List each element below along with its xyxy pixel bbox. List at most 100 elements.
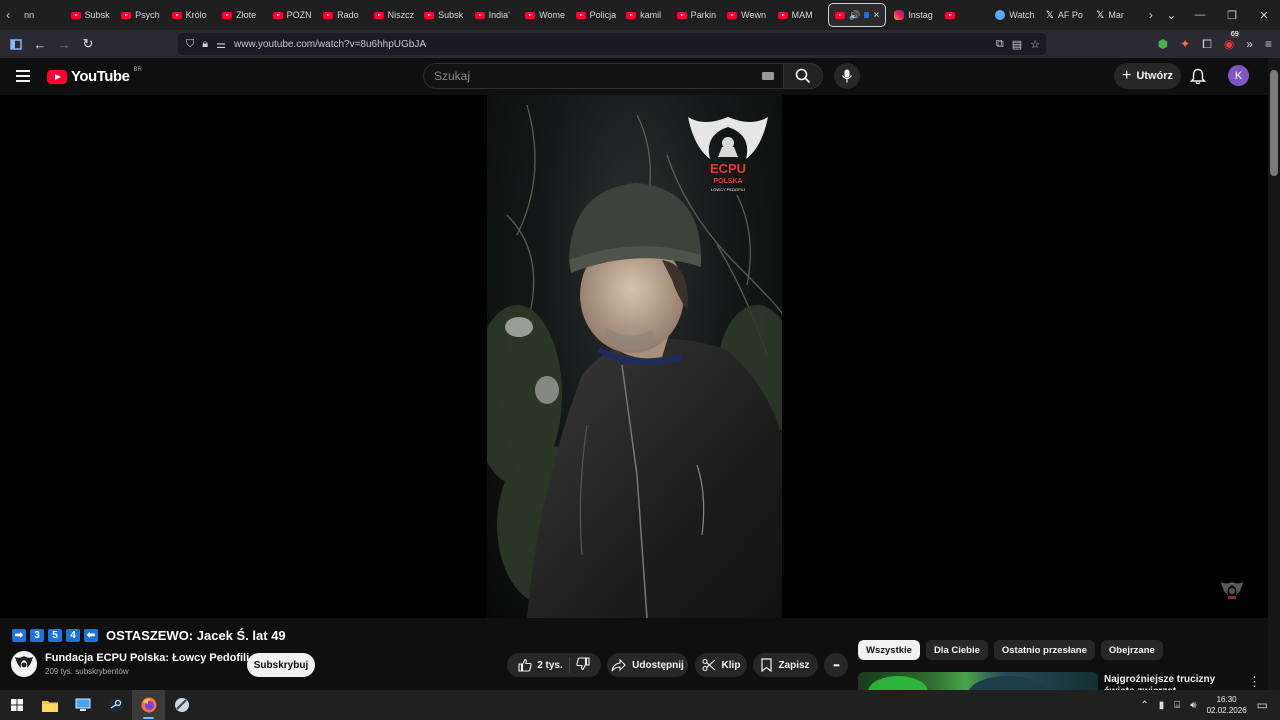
more-actions-button[interactable]: ••• [824, 653, 848, 677]
menu-icon[interactable]: ≡ [1265, 37, 1272, 51]
watermark-line-3: ŁOWCY PEDOFILI [711, 187, 745, 192]
browser-tab[interactable] [941, 0, 992, 30]
youtube-logo[interactable]: YouTube BR [47, 66, 142, 85]
browser-tab[interactable]: Królo [168, 0, 219, 30]
url-field[interactable]: ⛉ 🔒︎ ⚌ www.youtube.com/watch?v=8u6hhpUGb… [178, 33, 1046, 55]
tab-scroll-left-icon[interactable]: ‹ [0, 0, 16, 30]
video-frame[interactable]: ECPU POLSKA ŁOWCY PEDOFILI [487, 95, 782, 618]
video-player[interactable]: ECPU POLSKA ŁOWCY PEDOFILI [0, 95, 1268, 618]
like-button[interactable]: 2 tys. [518, 658, 563, 672]
channel-name[interactable]: Fundacja ECPU Polska: Łowcy Pedofili [45, 652, 249, 664]
scrollbar-thumb[interactable] [1270, 70, 1278, 176]
browser-tab[interactable]: Subsk [420, 0, 471, 30]
browser-tab[interactable]: 𝕏 Mar [1092, 0, 1143, 30]
keycap-5-emoji: 5 [48, 628, 62, 642]
shield-icon[interactable]: ⛉ [186, 38, 194, 51]
dislike-button[interactable] [576, 656, 590, 674]
browser-tab[interactable]: Subsk [67, 0, 118, 30]
search-input[interactable]: Szukaj [423, 63, 785, 89]
lock-icon[interactable]: 🔒︎ [202, 38, 208, 51]
permissions-icon[interactable]: ⚌ [216, 38, 226, 51]
extension-icon[interactable]: ✦ [1180, 37, 1190, 51]
extensions-puzzle-icon[interactable]: ⧠ [1202, 37, 1212, 52]
browser-tab[interactable]: Watch [991, 0, 1042, 30]
recommended-video-title[interactable]: Najgroźniejsze trucizny świata zwierząt [1104, 674, 1244, 690]
computer-app-icon[interactable] [66, 690, 99, 720]
browser-tab[interactable]: Rado [319, 0, 370, 30]
save-button[interactable]: Zapisz [753, 653, 818, 677]
picture-in-picture-icon[interactable]: ⧉ [996, 38, 1004, 51]
tray-overflow-chevron-icon[interactable]: ⌃ [1140, 700, 1148, 711]
minimize-icon[interactable]: — [1184, 9, 1216, 21]
browser-tab[interactable]: Psych [117, 0, 168, 30]
browser-tab[interactable]: Instag [890, 0, 941, 30]
tab-list-dropdown-icon[interactable]: ⌄ [1159, 0, 1184, 30]
browser-tab[interactable]: POZN [269, 0, 320, 30]
browser-tab[interactable]: MAM [774, 0, 825, 30]
sidebar-toggle-icon[interactable] [4, 30, 28, 58]
volume-icon[interactable]: 🔊︎ [1190, 700, 1196, 711]
active-tab[interactable]: 🔊 × [828, 3, 887, 27]
browser-tab[interactable]: Niszcz [370, 0, 421, 30]
browser-tab[interactable]: Złote [218, 0, 269, 30]
notification-extension-icon[interactable]: ◉ 69 [1224, 31, 1240, 51]
firefox-icon[interactable] [132, 690, 165, 720]
subscribe-button[interactable]: Subskrybuj [247, 653, 315, 677]
taskbar-clock[interactable]: 16:30 02.02.2026 [1207, 694, 1247, 716]
browser-tab[interactable]: nn [16, 0, 67, 30]
browser-tab[interactable]: India' [471, 0, 522, 30]
usb-icon[interactable]: ▮ [1159, 700, 1165, 711]
speaker-icon[interactable]: 🔊 [849, 10, 860, 21]
browser-tab-label: Wewn [741, 10, 766, 20]
browser-tab-label: Subsk [84, 10, 110, 20]
account-avatar[interactable]: K [1228, 65, 1249, 86]
chip-all[interactable]: Wszystkie [858, 640, 920, 660]
browser-tab[interactable]: kamil [622, 0, 673, 30]
forward-icon[interactable]: → [52, 30, 76, 58]
adblock-extension-icon[interactable]: ⬢ [1158, 37, 1168, 51]
share-button[interactable]: Udostępnij [607, 653, 688, 677]
create-button[interactable]: + Utwórz [1114, 63, 1181, 89]
steam-icon[interactable] [99, 690, 132, 720]
browser-tab[interactable]: Wome [521, 0, 572, 30]
search-button[interactable] [783, 63, 823, 89]
reader-view-icon[interactable]: ▤ [1012, 38, 1022, 51]
url-text[interactable]: www.youtube.com/watch?v=8u6hhpUGbJA [234, 39, 426, 50]
chip-recently-uploaded[interactable]: Ostatnio przesłane [993, 640, 1095, 660]
notification-center-icon[interactable]: ▭ [1257, 698, 1268, 712]
page-scrollbar[interactable] [1268, 58, 1280, 690]
x-favicon-icon: 𝕏 [1045, 9, 1054, 21]
close-tab-icon[interactable]: × [873, 10, 879, 21]
back-icon[interactable]: ← [28, 30, 52, 58]
clip-button[interactable]: Klip [695, 653, 747, 677]
chip-for-you[interactable]: Dla Ciebie [925, 640, 988, 660]
recommended-video-thumbnail[interactable] [858, 672, 1098, 690]
windows-start-icon[interactable] [0, 690, 33, 720]
channel-avatar[interactable] [11, 651, 37, 677]
thumbs-up-icon [518, 658, 532, 672]
overflow-chevrons-icon[interactable]: » [1246, 37, 1253, 51]
bookmark-star-icon[interactable]: ☆ [1030, 38, 1040, 51]
keyboard-icon[interactable] [762, 72, 774, 80]
voice-search-button[interactable] [834, 63, 860, 89]
browser-tab[interactable]: Wewn [723, 0, 774, 30]
channel-watermark-icon[interactable] [1220, 580, 1244, 602]
browser-tab[interactable]: Policja [572, 0, 623, 30]
video-title-row: ➡ 3 5 4 ⬅ OSTASZEWO: Jacek Ś. lat 49 [12, 626, 286, 644]
browser-tab[interactable]: 𝕏 AF Po [1042, 0, 1093, 30]
file-explorer-icon[interactable] [33, 690, 66, 720]
restore-icon[interactable]: ❐ [1216, 9, 1248, 22]
network-icon[interactable]: ⌸ [1174, 700, 1180, 711]
tab-list-after: Instag Watch 𝕏 AF Po 𝕏 Mar [890, 0, 1143, 30]
country-code: BR [133, 66, 142, 73]
recommended-more-icon[interactable]: ⋮ [1248, 674, 1261, 690]
tab-scroll-right-icon[interactable]: › [1143, 0, 1159, 30]
hamburger-menu-icon[interactable] [16, 70, 30, 82]
sticky-app-icon[interactable] [165, 690, 198, 720]
create-label: Utwórz [1136, 70, 1173, 82]
chip-watched[interactable]: Obejrzane [1100, 640, 1163, 660]
reload-icon[interactable]: ↻ [76, 30, 100, 58]
notifications-bell-icon[interactable] [1189, 68, 1207, 90]
browser-tab[interactable]: Parkin [673, 0, 724, 30]
close-window-icon[interactable]: ✕ [1248, 9, 1280, 22]
